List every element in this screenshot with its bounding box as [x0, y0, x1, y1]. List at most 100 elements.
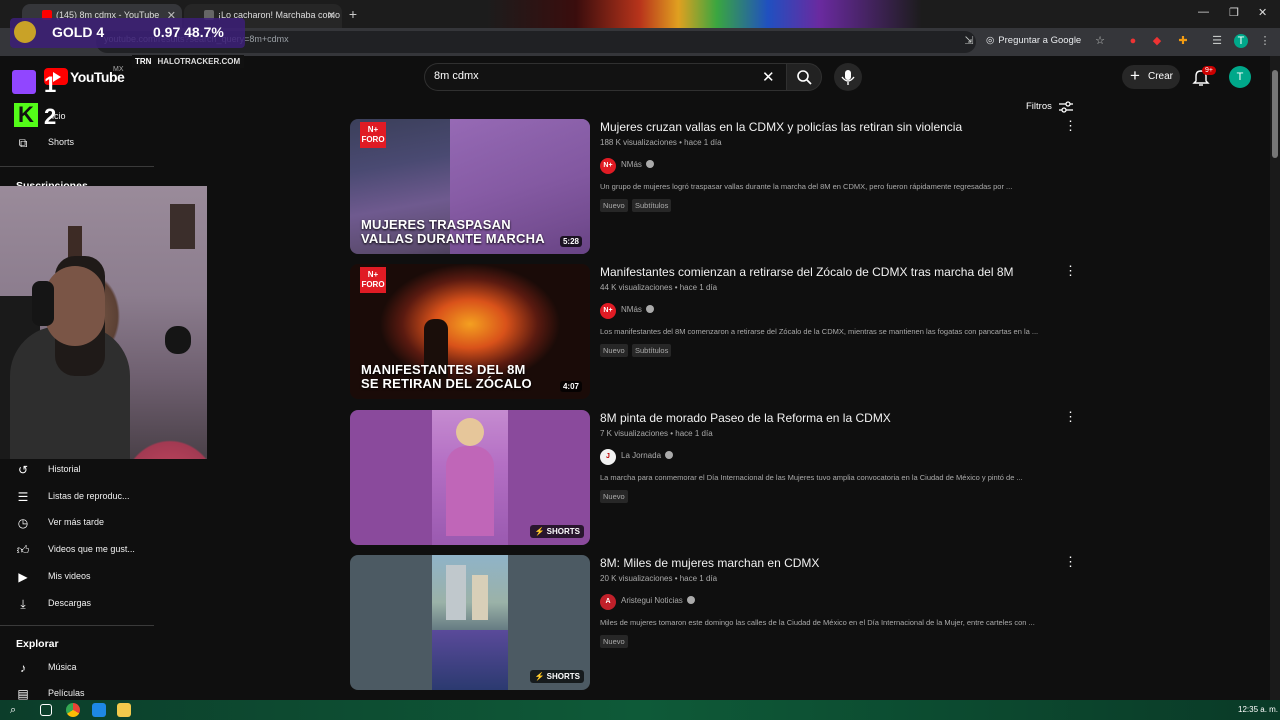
file-explorer-icon[interactable] [117, 703, 131, 717]
reading-list-icon[interactable]: ☰ [1210, 34, 1224, 48]
nmas-foro-logo: N+ FORO [360, 122, 386, 148]
sidebar-item-watch-later[interactable]: ◷ Ver más tarde [16, 514, 156, 532]
video-description: Un grupo de mujeres logró traspasar vall… [600, 182, 1013, 191]
video-title[interactable]: Manifestantes comienzan a retirarse del … [600, 265, 1014, 279]
badge-new: Nuevo [600, 344, 628, 357]
shorts-badge: ⚡ SHORTS [530, 670, 584, 683]
create-button[interactable]: + Crear [1122, 65, 1180, 89]
task-view-icon[interactable] [40, 704, 52, 716]
thumbnail-caption: MANIFESTANTES DEL 8M SE RETIRAN DEL ZÓCA… [361, 363, 532, 391]
music-icon: ♪ [20, 661, 26, 675]
sidebar-item-label: Listas de reproduc... [48, 491, 130, 501]
rank-emblem-icon [14, 21, 36, 43]
channel-name[interactable]: NMás [621, 160, 654, 169]
avatar[interactable]: T [1229, 66, 1251, 88]
more-actions-icon[interactable]: ⋮ [1064, 264, 1077, 278]
minimize-icon[interactable]: — [1198, 6, 1209, 18]
badge-new: Nuevo [600, 635, 628, 648]
video-title[interactable]: 8M pinta de morado Paseo de la Reforma e… [600, 411, 891, 425]
video-title[interactable]: Mujeres cruzan vallas en la CDMX y polic… [600, 120, 962, 134]
channel-name-text: Aristegui Noticias [621, 596, 683, 605]
webcam-person-head [45, 266, 105, 346]
sidebar-explore-heading: Explorar [16, 638, 59, 650]
clear-search-icon[interactable]: ✕ [762, 68, 775, 86]
video-meta: 44 K visualizaciones • hace 1 día [600, 283, 718, 292]
video-duration: 5:28 [559, 236, 582, 247]
thumbnail-caption: MUJERES TRASPASAN VALLAS DURANTE MARCHA [361, 218, 545, 246]
sidebar-item-shorts[interactable]: ⧉ Shorts [16, 134, 156, 152]
voice-search-button[interactable] [834, 63, 862, 91]
video-thumbnail[interactable]: ⚡ SHORTS [350, 555, 590, 690]
close-tab-icon[interactable]: ✕ [327, 9, 336, 22]
sidebar-item-label: Películas [48, 688, 85, 698]
channel-avatar[interactable]: N+ [600, 158, 616, 174]
video-thumbnail[interactable]: N+ FORO MANIFESTANTES DEL 8M SE RETIRAN … [350, 264, 590, 399]
channel-avatar[interactable]: J [600, 449, 616, 465]
search-query-text[interactable]: 8m cdmx [434, 70, 479, 82]
more-actions-icon[interactable]: ⋮ [1064, 119, 1077, 133]
app-taskbar-icon[interactable] [92, 703, 106, 717]
search-icon[interactable]: ⌕ [10, 703, 24, 717]
install-app-icon[interactable]: ⇲ [962, 34, 976, 48]
thumbnail-building [472, 575, 488, 620]
search-result-video[interactable]: N+ FORO MUJERES TRASPASAN VALLAS DURANTE… [350, 119, 1080, 255]
sidebar-item-label: icio [52, 111, 66, 121]
sidebar-item-playlists[interactable]: ☰ Listas de reproduc... [16, 488, 156, 506]
new-tab-button[interactable]: + [345, 6, 361, 22]
video-thumbnail[interactable]: ⚡ SHORTS [350, 410, 590, 545]
logo-text: N+ [367, 270, 379, 279]
sidebar-item-downloads[interactable]: ⤓ Descargas [16, 595, 156, 613]
short-frame [432, 555, 508, 690]
scrollbar-thumb[interactable] [1272, 70, 1278, 158]
profile-avatar-icon[interactable]: T [1234, 34, 1248, 48]
more-actions-icon[interactable]: ⋮ [1064, 555, 1077, 569]
channel-avatar[interactable]: A [600, 594, 616, 610]
search-result-video[interactable]: N+ FORO MANIFESTANTES DEL 8M SE RETIRAN … [350, 264, 1080, 400]
search-result-short[interactable]: ⚡ SHORTS 8M: Miles de mujeres marchan en… [350, 555, 1080, 691]
ask-google-button[interactable]: ◎ Preguntar a Google [986, 35, 1081, 46]
filters-button[interactable]: Filtros [1026, 101, 1052, 112]
filters-icon[interactable] [1059, 100, 1073, 114]
my-videos-icon: ▶ [18, 570, 28, 584]
verified-icon [665, 451, 674, 459]
logo-subtext: FORO [361, 135, 385, 144]
video-description: Miles de mujeres tomaron este domingo la… [600, 618, 1035, 627]
thumbnail-crowd [432, 630, 508, 690]
webcam-plush-toy [165, 326, 191, 354]
channel-name[interactable]: Aristegui Noticias [621, 596, 695, 605]
chrome-taskbar-icon[interactable] [66, 703, 80, 717]
thumbnail-caption-line: MANIFESTANTES DEL 8M [361, 362, 526, 377]
taskbar-clock: 12:35 a. m. [1238, 705, 1279, 714]
sidebar-item-liked-videos[interactable]: 👍︎ Videos que me gust... [16, 541, 156, 559]
bookmark-star-icon[interactable]: ☆ [1093, 34, 1107, 48]
search-button[interactable] [786, 63, 822, 91]
video-thumbnail[interactable]: N+ FORO MUJERES TRASPASAN VALLAS DURANTE… [350, 119, 590, 254]
thumbnail-person-head [456, 418, 484, 446]
maximize-icon[interactable]: ❐ [1229, 6, 1239, 19]
kd-stat-text: 0.97 48.7% [153, 24, 224, 40]
video-duration: 4:07 [559, 381, 582, 392]
sidebar-item-history[interactable]: ↺ Historial [16, 461, 156, 479]
channel-name[interactable]: La Jornada [621, 451, 674, 460]
webcam-headset [32, 281, 54, 326]
sidebar-item-my-videos[interactable]: ▶ Mis videos [16, 568, 156, 586]
search-result-short[interactable]: ⚡ SHORTS 8M pinta de morado Paseo de la … [350, 410, 1080, 546]
sidebar-item-music[interactable]: ♪ Música [16, 659, 156, 677]
extensions-puzzle-icon[interactable]: ✚ [1176, 34, 1190, 48]
extension-icon[interactable]: ◆ [1150, 34, 1164, 48]
more-actions-icon[interactable]: ⋮ [1064, 410, 1077, 424]
shorts-label: SHORTS [546, 672, 580, 681]
os-taskbar: ⌕ [0, 700, 1280, 720]
sidebar-item-home[interactable]: icio [16, 108, 156, 126]
channel-avatar[interactable]: N+ [600, 303, 616, 319]
rank-text: GOLD 4 [52, 24, 105, 40]
logo-text: N+ [367, 125, 379, 134]
close-window-icon[interactable]: ✕ [1258, 6, 1267, 19]
channel-name[interactable]: NMás [621, 305, 654, 314]
thumbnail-person-body [446, 446, 494, 536]
tracker-banner: TRN HALOTRACKER.COM [132, 55, 244, 68]
video-title[interactable]: 8M: Miles de mujeres marchan en CDMX [600, 556, 819, 570]
lens-icon: ◎ [986, 35, 995, 46]
chrome-menu-icon[interactable]: ⋮ [1258, 34, 1272, 48]
extension-icon[interactable]: ● [1126, 34, 1140, 48]
